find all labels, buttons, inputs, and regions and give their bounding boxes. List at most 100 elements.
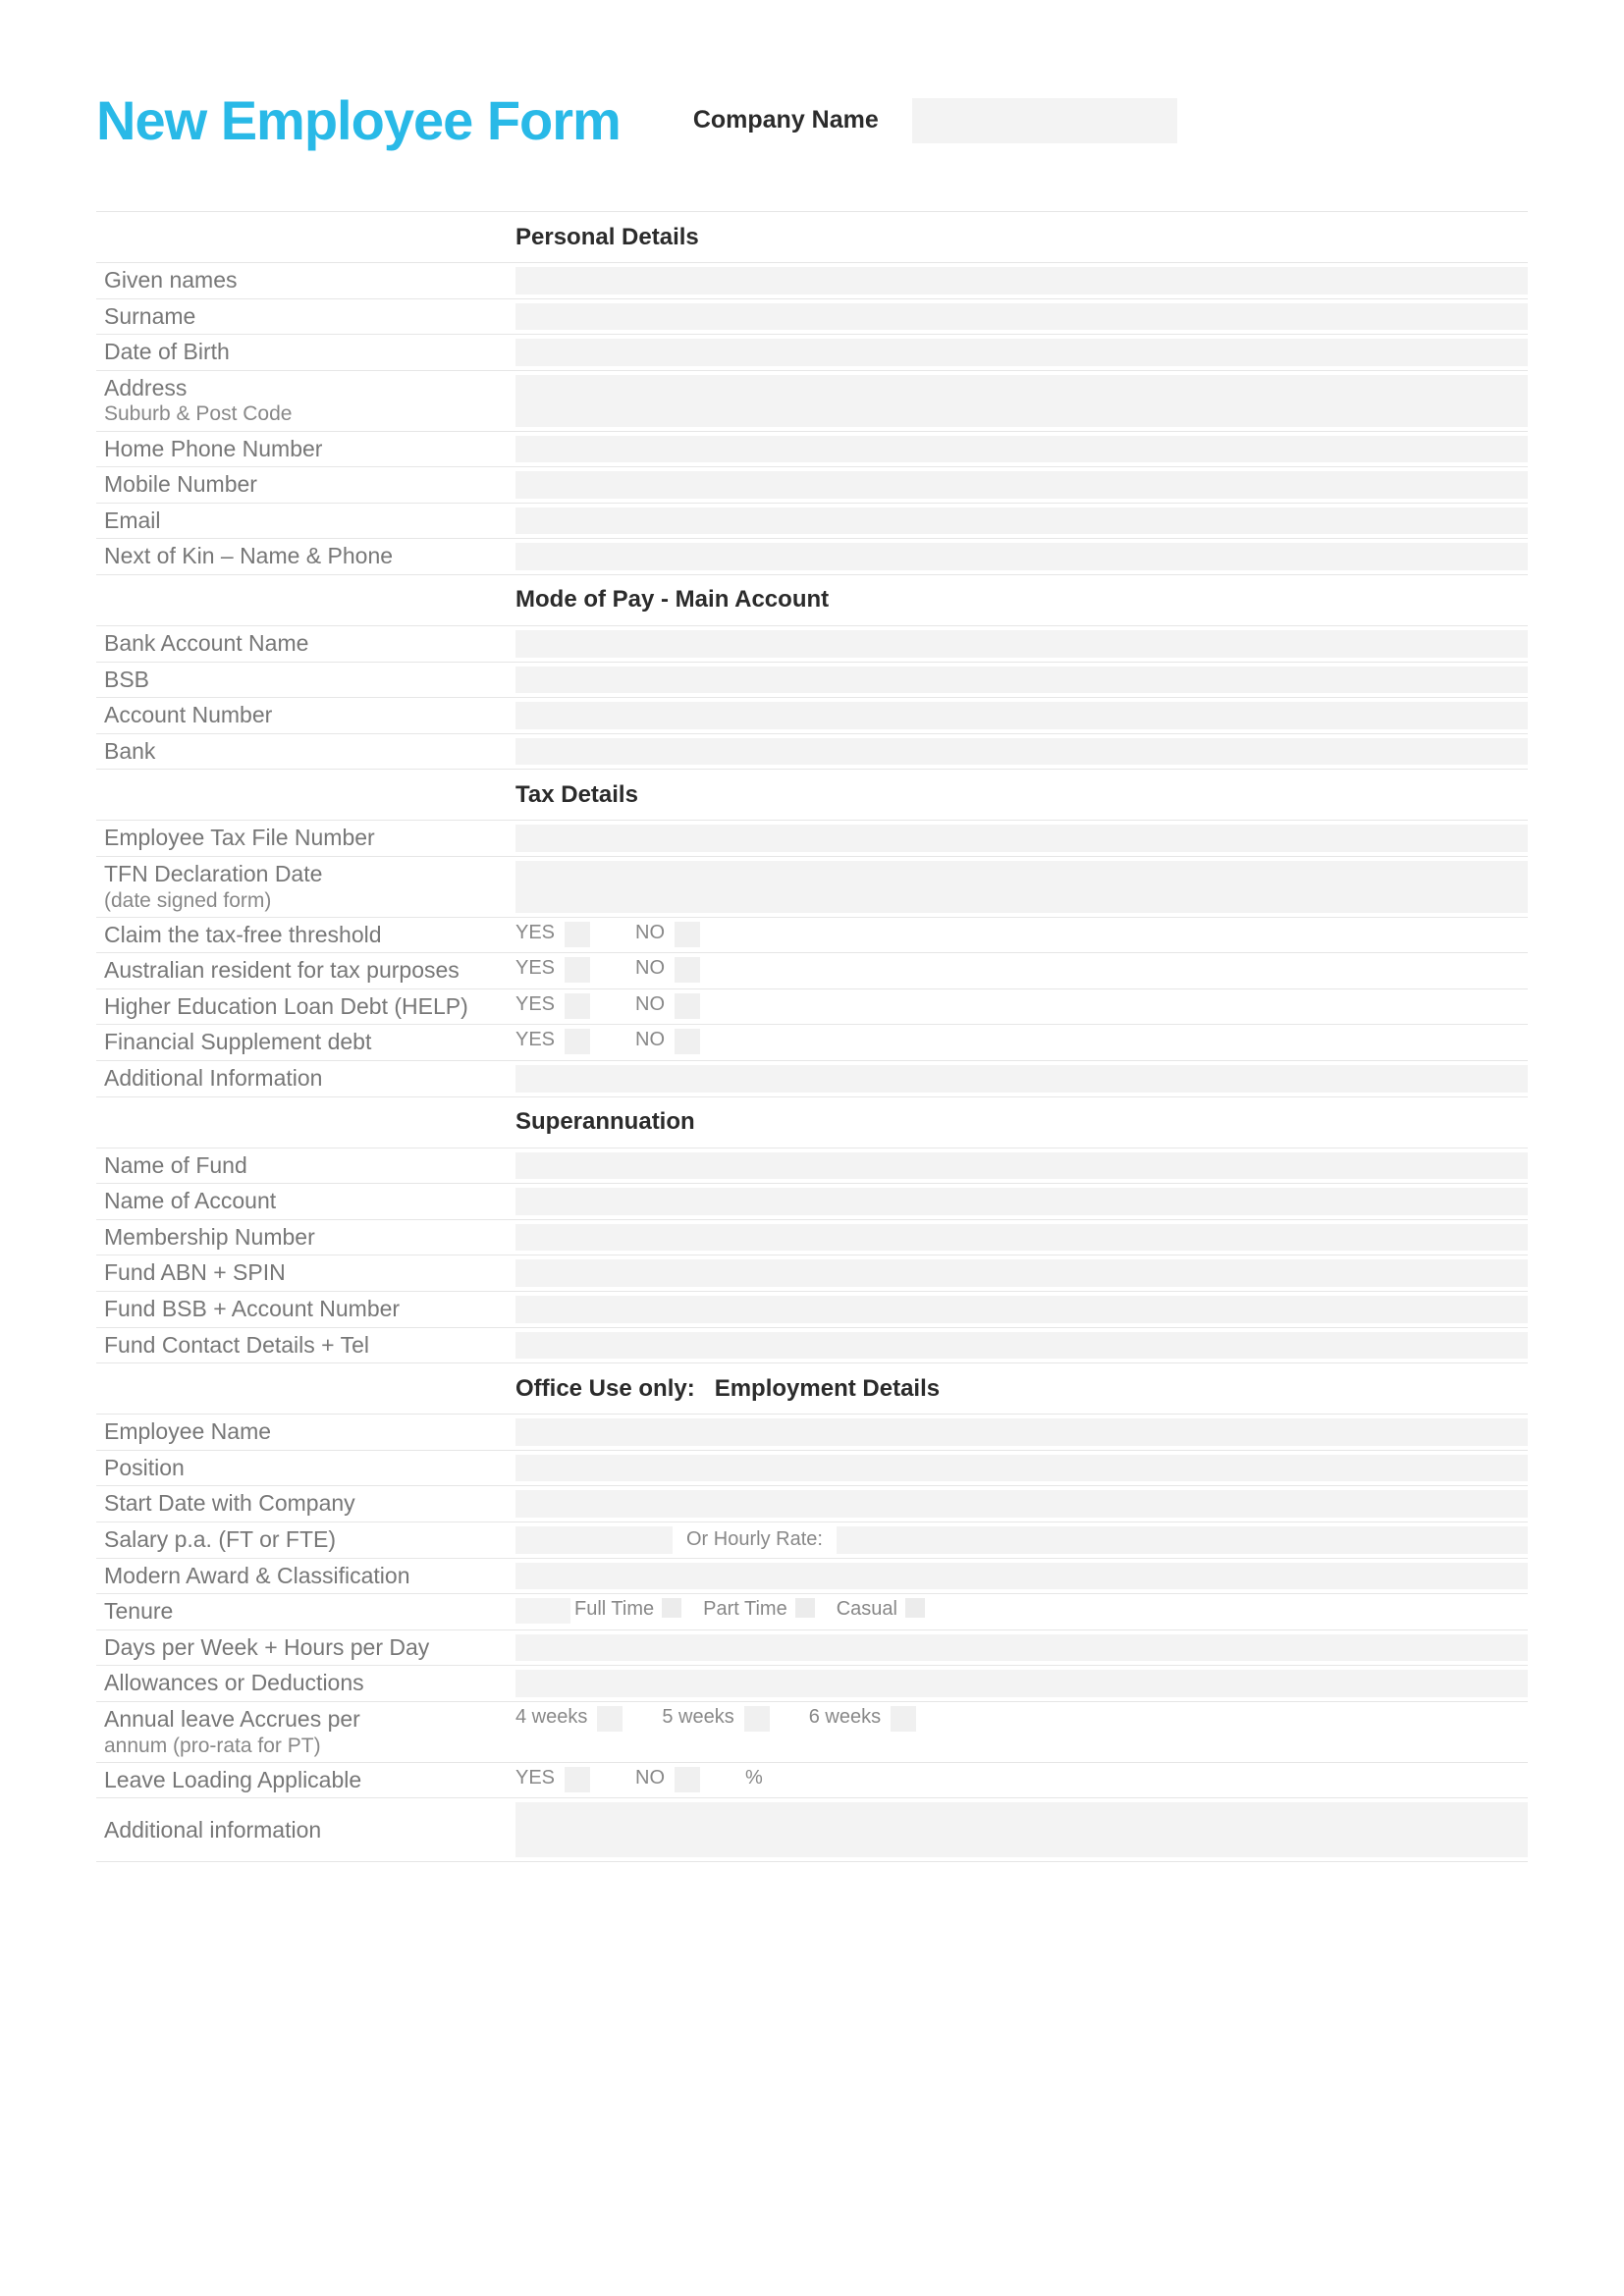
input-tfn[interactable] [515,825,1528,852]
row-address: Address Suburb & Post Code [96,371,1528,432]
input-mobile[interactable] [515,471,1528,499]
label-help: Higher Education Loan Debt (HELP) [96,989,515,1025]
label-start-date: Start Date with Company [96,1486,515,1522]
checkbox-threshold-no[interactable] [675,922,700,947]
label-salary: Salary p.a. (FT or FTE) [96,1522,515,1558]
input-start-date[interactable] [515,1490,1528,1518]
checkbox-5-weeks[interactable] [744,1706,770,1732]
checkbox-fsd-no[interactable] [675,1029,700,1054]
input-bsb[interactable] [515,667,1528,694]
label-email: Email [96,504,515,539]
section-title: Office Use only: Employment Details [515,1375,940,1403]
input-surname[interactable] [515,303,1528,331]
row-email: Email [96,504,1528,540]
input-office-addl[interactable] [515,1802,1528,1857]
checkbox-4-weeks[interactable] [597,1706,623,1732]
section-office: Office Use only: Employment Details [96,1363,1528,1415]
input-days-hours[interactable] [515,1634,1528,1662]
input-tfn-date[interactable] [515,861,1528,913]
label-dob: Date of Birth [96,335,515,370]
input-tax-addl[interactable] [515,1065,1528,1093]
input-position[interactable] [515,1455,1528,1482]
label-member: Membership Number [96,1220,515,1255]
input-award[interactable] [515,1563,1528,1590]
percent-label: % [745,1767,763,1794]
row-tax-addl: Additional Information [96,1061,1528,1097]
label-loading: Leave Loading Applicable [96,1763,515,1798]
input-member[interactable] [515,1224,1528,1252]
input-fund[interactable] [515,1152,1528,1180]
section-title: Superannuation [515,1108,695,1136]
label-bank: Bank [96,734,515,770]
row-threshold: Claim the tax-free threshold YES NO [96,918,1528,954]
row-office-addl: Additional information [96,1798,1528,1862]
label-emp-name: Employee Name [96,1415,515,1450]
row-nok: Next of Kin – Name & Phone [96,539,1528,575]
checkbox-help-no[interactable] [675,993,700,1019]
label-award: Modern Award & Classification [96,1559,515,1594]
label-resident: Australian resident for tax purposes [96,953,515,988]
row-member: Membership Number [96,1220,1528,1256]
checkbox-resident-yes[interactable] [565,957,590,983]
checkbox-resident-no[interactable] [675,957,700,983]
row-annual-leave: Annual leave Accrues per annum (pro-rata… [96,1702,1528,1763]
label-position: Position [96,1451,515,1486]
input-address[interactable] [515,375,1528,427]
input-fund-contact[interactable] [515,1332,1528,1360]
label-fsd: Financial Supplement debt [96,1025,515,1060]
checkbox-help-yes[interactable] [565,993,590,1019]
input-dob[interactable] [515,339,1528,366]
checkbox-loading-yes[interactable] [565,1767,590,1792]
label-fund-contact: Fund Contact Details + Tel [96,1328,515,1363]
input-acct-no[interactable] [515,702,1528,729]
checkbox-threshold-yes[interactable] [565,922,590,947]
input-acct-name[interactable] [515,630,1528,658]
label-fund: Name of Fund [96,1148,515,1184]
section-tax: Tax Details [96,770,1528,821]
input-tenure-lead[interactable] [515,1598,570,1624]
row-acct-name: Bank Account Name [96,626,1528,663]
input-allowances[interactable] [515,1670,1528,1697]
label-casual: Casual [837,1598,897,1626]
checkbox-fsd-yes[interactable] [565,1029,590,1054]
label-tfn-date: TFN Declaration Date (date signed form) [96,857,515,917]
input-hourly[interactable] [837,1526,1528,1554]
no-label: NO [635,922,665,949]
row-fund: Name of Fund [96,1148,1528,1185]
input-bank[interactable] [515,738,1528,766]
label-tenure: Tenure [96,1594,515,1629]
label-bsb: BSB [96,663,515,698]
label-6-weeks: 6 weeks [809,1706,881,1758]
checkbox-casual[interactable] [905,1598,925,1618]
checkbox-6-weeks[interactable] [891,1706,916,1732]
label-hourly: Or Hourly Rate: [677,1526,833,1554]
company-name-label: Company Name [693,106,879,134]
row-tfn: Employee Tax File Number [96,821,1528,857]
input-salary[interactable] [515,1526,673,1554]
checkbox-fulltime[interactable] [662,1598,681,1618]
yes-label: YES [515,922,555,949]
input-given-names[interactable] [515,267,1528,294]
label-mobile: Mobile Number [96,467,515,503]
label-address: Address Suburb & Post Code [96,371,515,431]
section-super: Superannuation [96,1097,1528,1148]
input-fund-abn[interactable] [515,1259,1528,1287]
row-given-names: Given names [96,263,1528,299]
input-home-phone[interactable] [515,436,1528,463]
company-name-input[interactable] [912,98,1177,143]
input-email[interactable] [515,507,1528,535]
label-acct-name: Bank Account Name [96,626,515,662]
label-given-names: Given names [96,263,515,298]
row-fund-bsb: Fund BSB + Account Number [96,1292,1528,1328]
input-emp-name[interactable] [515,1418,1528,1446]
checkbox-parttime[interactable] [795,1598,815,1618]
row-fund-contact: Fund Contact Details + Tel [96,1328,1528,1364]
input-fund-bsb[interactable] [515,1296,1528,1323]
label-parttime: Part Time [703,1598,787,1626]
input-super-account[interactable] [515,1188,1528,1215]
input-nok[interactable] [515,543,1528,570]
label-acct-no: Account Number [96,698,515,733]
row-mobile: Mobile Number [96,467,1528,504]
row-loading: Leave Loading Applicable YES NO % [96,1763,1528,1799]
checkbox-loading-no[interactable] [675,1767,700,1792]
